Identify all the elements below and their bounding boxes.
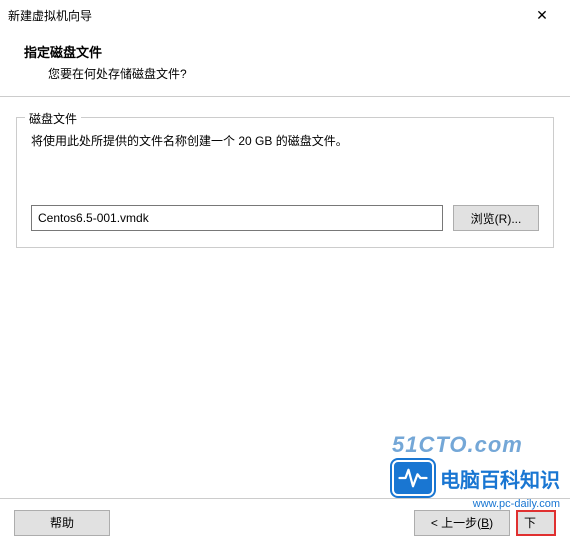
- browse-button[interactable]: 浏览(R)...: [453, 205, 539, 231]
- wizard-footer: 帮助 < 上一步(B) 下: [0, 498, 570, 546]
- wizard-header: 指定磁盘文件 您要在何处存储磁盘文件?: [0, 30, 570, 96]
- disk-file-input[interactable]: [31, 205, 443, 231]
- back-label: < 上一步(B): [431, 516, 493, 530]
- titlebar: 新建虚拟机向导 ✕: [0, 0, 570, 30]
- window-title: 新建虚拟机向导: [8, 7, 92, 24]
- group-description: 将使用此处所提供的文件名称创建一个 20 GB 的磁盘文件。: [31, 132, 539, 151]
- next-label: 下: [524, 516, 536, 530]
- browse-label: 浏览(R)...: [471, 212, 522, 226]
- file-row: 浏览(R)...: [31, 205, 539, 231]
- help-label: 帮助: [50, 516, 74, 530]
- content-area: 磁盘文件 将使用此处所提供的文件名称创建一个 20 GB 的磁盘文件。 浏览(R…: [0, 97, 570, 248]
- close-icon: ✕: [536, 7, 548, 24]
- page-title: 指定磁盘文件: [0, 42, 570, 61]
- watermark-brand: 电脑百科知识: [440, 464, 560, 493]
- close-button[interactable]: ✕: [522, 1, 562, 29]
- disk-file-group: 磁盘文件 将使用此处所提供的文件名称创建一个 20 GB 的磁盘文件。 浏览(R…: [16, 117, 554, 248]
- back-button[interactable]: < 上一步(B): [414, 510, 510, 536]
- watermark-51cto: 51CTO.com: [392, 432, 560, 458]
- group-label: 磁盘文件: [25, 110, 81, 127]
- page-subtitle: 您要在何处存储磁盘文件?: [0, 65, 570, 82]
- watermark-logo-icon: [392, 460, 434, 496]
- watermark-logo-row: 电脑百科知识: [392, 460, 560, 496]
- next-button[interactable]: 下: [516, 510, 556, 536]
- help-button[interactable]: 帮助: [14, 510, 110, 536]
